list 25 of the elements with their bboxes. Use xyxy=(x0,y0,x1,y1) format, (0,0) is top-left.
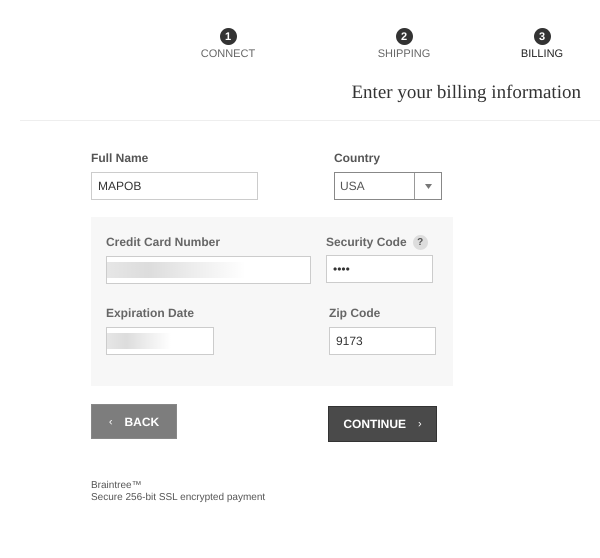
help-badge[interactable]: ? xyxy=(412,235,428,250)
field-label: Full Name xyxy=(91,151,150,165)
footer-text: Braintree™ xyxy=(91,480,143,491)
back-button[interactable]: ‹ BACK xyxy=(91,404,177,439)
country-dropdown[interactable]: USA xyxy=(334,172,442,200)
step-label: CONNECT xyxy=(200,48,256,60)
field-label: Country xyxy=(334,151,381,165)
step-number: 2 xyxy=(396,28,412,45)
dropdown-arrow-icon xyxy=(424,184,432,188)
field-label: Zip Code xyxy=(329,306,382,320)
expiration-date-field[interactable] xyxy=(106,327,214,355)
field-label: Credit Card Number xyxy=(106,235,222,249)
card-number-field[interactable] xyxy=(106,256,311,284)
step-number: 3 xyxy=(534,28,550,45)
field-label: Expiration Date xyxy=(106,306,196,320)
full-name-field[interactable]: MAPOB xyxy=(91,172,258,200)
step-label: SHIPPING xyxy=(378,48,430,60)
field-label: Security Code xyxy=(326,235,407,249)
zip-code-field[interactable]: 9173 xyxy=(329,327,436,355)
continue-button[interactable]: CONTINUE › xyxy=(328,406,437,442)
page-heading: Enter your billing information xyxy=(351,82,581,104)
security-code-field[interactable]: •••• xyxy=(326,255,433,283)
step-number: 1 xyxy=(220,28,236,45)
step-label: BILLING xyxy=(520,48,564,60)
footer-text: Secure 256-bit SSL encrypted payment xyxy=(91,492,266,503)
